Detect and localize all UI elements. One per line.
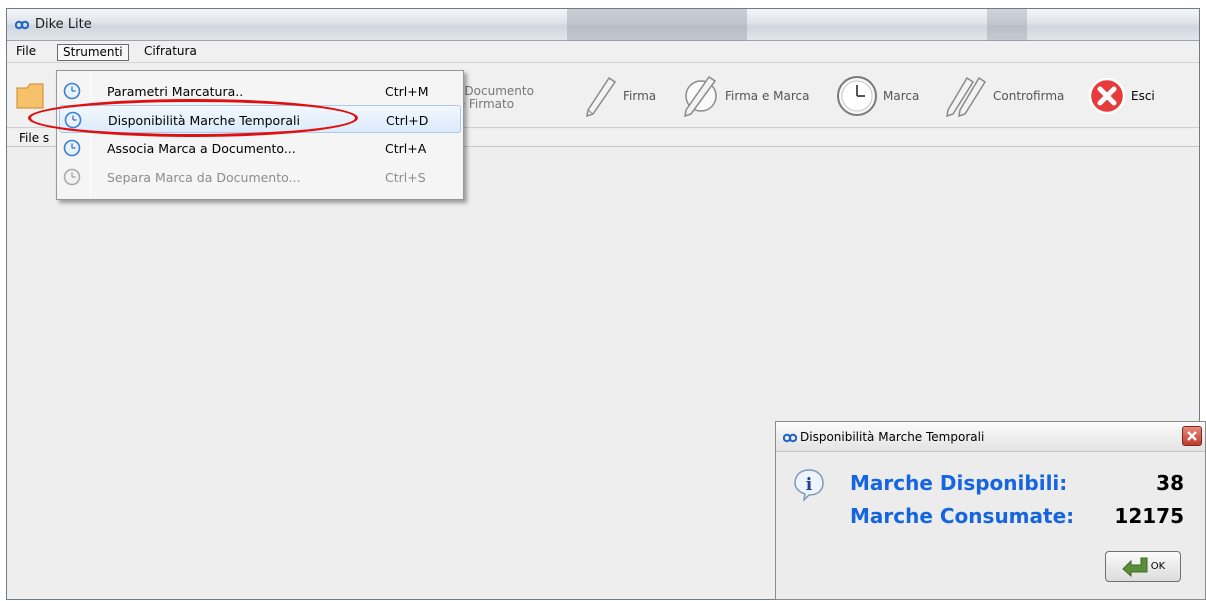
consumed-timestamps-value: 12175 — [1114, 504, 1184, 528]
file-status-label: File s — [19, 131, 50, 145]
dialog-title-bar[interactable]: Disponibilità Marche Temporali — [776, 422, 1205, 452]
clock-icon — [837, 76, 877, 116]
sign-and-timestamp-label: Firma e Marca — [725, 88, 810, 103]
open-file-button[interactable] — [13, 72, 53, 116]
menu-cifratura[interactable]: Cifratura — [139, 44, 202, 61]
clock-icon — [63, 82, 81, 100]
dialog-body: i Marche Disponibili: 38 Marche Consumat… — [776, 453, 1205, 601]
clock-icon — [64, 111, 82, 129]
sign-button[interactable]: Firma — [579, 74, 656, 118]
menu-item-label: Associa Marca a Documento... — [107, 141, 296, 156]
clock-icon — [63, 168, 81, 186]
menu-item-associa-marca[interactable]: Associa Marca a Documento... Ctrl+A — [59, 134, 461, 162]
menu-item-label: Parametri Marcatura.. — [107, 84, 244, 99]
menu-strumenti[interactable]: Strumenti — [57, 44, 129, 61]
consumed-timestamps-label: Marche Consumate: — [850, 504, 1075, 528]
timestamp-button[interactable]: Marca — [835, 74, 919, 118]
exit-x-icon — [1088, 77, 1126, 115]
pen-clock-icon — [684, 75, 717, 118]
close-icon — [1187, 431, 1197, 441]
menu-item-shortcut: Ctrl+D — [386, 113, 429, 128]
title-bar-background — [987, 9, 1027, 41]
menu-item-disponibilita-marche[interactable]: Disponibilità Marche Temporali Ctrl+D — [59, 105, 461, 133]
menu-item-shortcut: Ctrl+S — [385, 170, 426, 185]
ok-button-label: OK — [1150, 561, 1166, 572]
window-title: Dike Lite — [35, 17, 92, 32]
menu-item-separa-marca: Separa Marca da Documento... Ctrl+S — [59, 163, 461, 191]
enter-arrow-icon — [1122, 557, 1148, 577]
pen-icon — [586, 76, 617, 118]
app-logo-icon — [783, 433, 797, 443]
countersign-button[interactable]: Controfirma — [941, 74, 1064, 118]
menu-item-label: Disponibilità Marche Temporali — [108, 113, 300, 128]
sign-and-timestamp-button[interactable]: Firma e Marca — [679, 74, 809, 118]
availability-dialog: Disponibilità Marche Temporali i Marche … — [775, 421, 1206, 600]
dialog-close-button[interactable] — [1182, 426, 1202, 446]
menu-file[interactable]: File — [11, 44, 41, 61]
exit-button[interactable]: Esci — [1087, 74, 1155, 118]
svg-text:i: i — [806, 475, 813, 495]
clock-icon — [63, 139, 81, 157]
menu-item-shortcut: Ctrl+A — [385, 141, 427, 156]
available-timestamps-label: Marche Disponibili: — [850, 471, 1068, 495]
menu-item-label: Separa Marca da Documento... — [107, 170, 301, 185]
ok-button[interactable]: OK — [1105, 551, 1181, 582]
menu-item-shortcut: Ctrl+M — [385, 84, 429, 99]
dialog-title: Disponibilità Marche Temporali — [800, 430, 985, 444]
app-logo-icon — [15, 20, 29, 30]
sign-label: Firma — [623, 88, 657, 103]
folder-icon — [16, 83, 44, 109]
available-timestamps-value: 38 — [1156, 471, 1184, 495]
info-icon: i — [794, 469, 824, 501]
timestamp-label: Marca — [883, 88, 920, 103]
menu-item-parametri-marcatura[interactable]: Parametri Marcatura.. Ctrl+M — [59, 77, 461, 105]
title-bar-background — [567, 9, 747, 41]
exit-label: Esci — [1131, 88, 1155, 103]
menu-bar: File Strumenti Cifratura — [7, 41, 1199, 63]
title-bar[interactable]: Dike Lite — [7, 9, 1199, 41]
double-pen-icon — [946, 76, 987, 118]
countersign-label: Controfirma — [993, 88, 1065, 103]
strumenti-dropdown-menu: Parametri Marcatura.. Ctrl+M Disponibili… — [56, 70, 464, 200]
